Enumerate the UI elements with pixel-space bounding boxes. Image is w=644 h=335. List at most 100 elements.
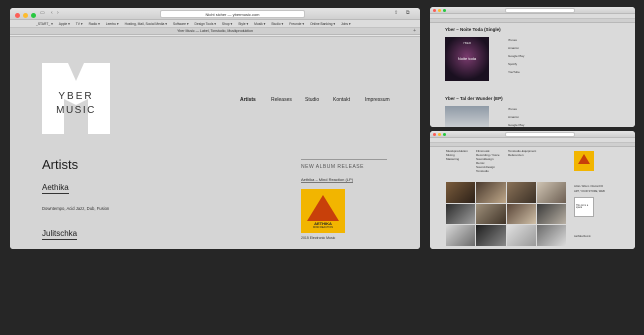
bookmark-item[interactable]: TV ▾ [76,20,83,27]
title-bar: ▭ ‹ › Nicht sicher — ybermusic.com ⇪ ⧉ [10,8,420,20]
store-link[interactable]: YouTube [508,70,520,74]
bookmark-item[interactable]: Musik ▾ [254,20,265,27]
nav-releases[interactable]: Releases [271,97,292,103]
studio-photo[interactable] [446,182,476,203]
release-caption: 2015 Electronic Music [301,236,336,240]
minimize-icon[interactable] [438,9,441,12]
studio-menu-item[interactable]: Referenzen [508,153,524,157]
bookmark-item[interactable]: Studio ▾ [271,20,283,27]
browser-window-3: Musikproduktion Mixing Mastering Filmmus… [430,131,635,249]
page-content-3: Musikproduktion Mixing Mastering Filmmus… [430,147,635,249]
studio-photo[interactable] [476,225,506,246]
page-content-2: Yber – Noite Toda (Single) YBER Noite to… [430,23,635,127]
logo[interactable]: YBER MUSIC [42,63,110,134]
close-icon[interactable] [433,133,436,136]
store-link[interactable]: iTunes [508,107,517,111]
bookmark-item[interactable]: Hosting, Mail, Social Media ▾ [125,20,167,27]
bookmark-item[interactable]: Leerbu ▾ [106,20,119,27]
ep-cover[interactable] [445,106,489,127]
window-controls-2[interactable] [433,9,446,12]
side-image[interactable]: This pic is a space [574,197,594,217]
side-link[interactable]: Aethika Remix [574,235,591,238]
single-cover[interactable]: YBER Noite toda [445,37,489,81]
minimize-icon[interactable] [438,133,441,136]
share-icon[interactable]: ⇪ [394,10,398,16]
release-link[interactable]: Aethika – Mind Reaction (LP) [301,177,354,183]
tab-active[interactable]: Yber Music — Label, Tonstudio, Musikprod… [177,29,253,33]
studio-photo[interactable] [536,225,566,246]
studio-menu-item[interactable]: Tonstudio [476,169,489,173]
sidebar-icon[interactable]: ▭ [40,10,45,16]
bookmark-item[interactable]: Online Banking ▾ [310,20,335,27]
bookmark-item[interactable]: Style ▾ [238,20,248,27]
bookmarks-bar: _START_ ▾ Apple ▾ TV ▾ Radio ▾ Leerbu ▾ Hosti… [10,20,420,28]
side-cover-design [578,154,590,164]
album-cover[interactable]: AETHIKA MIND REACTION [301,189,345,233]
browser-window-2: Yber – Noite Toda (Single) YBER Noite to… [430,7,635,127]
minimize-icon[interactable] [23,13,28,18]
zoom-icon[interactable] [31,13,36,18]
forward-icon[interactable]: › [57,10,59,16]
logo-line2: MUSIC [56,105,96,116]
address-bar-2[interactable] [505,8,575,13]
bookmark-item[interactable]: Jobs ▾ [341,20,351,27]
studio-photo-grid [446,182,566,246]
studio-photo[interactable] [446,203,476,225]
bookmark-item[interactable]: Apple ▾ [59,20,70,27]
side-image-text: This pic is a space [576,205,589,209]
bookmark-item[interactable]: Design Tools ▾ [195,20,216,27]
window-controls-3[interactable] [433,133,446,136]
cover-design [307,195,339,221]
bookmark-item[interactable]: Radio ▾ [89,20,100,27]
nav-kontakt[interactable]: Kontakt [333,97,350,103]
studio-photo[interactable] [506,182,536,203]
logo-line1: YBER [58,91,94,102]
studio-photo[interactable] [446,225,476,246]
store-link[interactable]: Google Play [508,54,524,58]
bookmark-item[interactable]: Freunde ▾ [289,20,304,27]
studio-photo[interactable] [536,182,566,203]
divider [301,159,387,160]
bookmark-item[interactable]: Software ▾ [173,20,189,27]
tab-bar: Yber Music — Label, Tonstudio, Musikprod… [10,28,420,35]
bookmark-item[interactable]: Shop ▾ [222,20,232,27]
artist-genre: Downtempo, Acid Jazz, Dub, Fusion [42,206,110,211]
release-heading: NEW ALBUM RELEASE [301,164,364,170]
page-content: YBER MUSIC Artists Releases Studio Konta… [10,36,420,249]
side-album-cover[interactable] [574,151,594,171]
artist-link-julitschka[interactable]: Julitschka [42,229,78,240]
cover-text: Noite toda [457,56,477,61]
nav-impressum[interactable]: Impressum [365,97,390,103]
zoom-icon[interactable] [443,133,446,136]
store-link[interactable]: Amazon [508,46,519,50]
title-bar-2 [430,7,635,14]
store-link[interactable]: Amazon [508,115,519,119]
artist-link-aethika[interactable]: Aethika [42,183,69,194]
release-title-2: Yber – Tal der Wunder (EP) [445,96,503,101]
new-tab-icon[interactable]: + [413,28,416,35]
studio-menu-item[interactable]: Mastering [446,157,459,161]
store-link[interactable]: Google Play [508,123,524,127]
store-link[interactable]: iTunes [508,38,517,42]
close-icon[interactable] [15,13,20,18]
address-bar-3[interactable] [505,132,575,137]
studio-photo[interactable] [536,203,566,225]
tabs-icon[interactable]: ⧉ [406,10,410,16]
release-title-1: Yber – Noite Toda (Single) [445,27,501,32]
window-controls[interactable] [15,13,36,18]
cover-top-text: YBER [462,41,472,45]
zoom-icon[interactable] [443,9,446,12]
close-icon[interactable] [433,9,436,12]
nav-studio[interactable]: Studio [305,97,319,103]
studio-photo[interactable] [476,203,506,225]
bookmark-item[interactable]: _START_ ▾ [36,20,53,27]
title-bar-3 [430,131,635,138]
back-icon[interactable]: ‹ [51,10,53,16]
nav-artists[interactable]: Artists [240,97,256,103]
address-bar[interactable]: Nicht sicher — ybermusic.com [160,10,305,18]
store-link[interactable]: Spotify [508,62,517,66]
studio-photo[interactable] [506,203,536,225]
studio-photo[interactable] [506,225,536,246]
studio-photo[interactable] [476,182,506,203]
cover-sub: MIND REACTION [313,226,333,229]
